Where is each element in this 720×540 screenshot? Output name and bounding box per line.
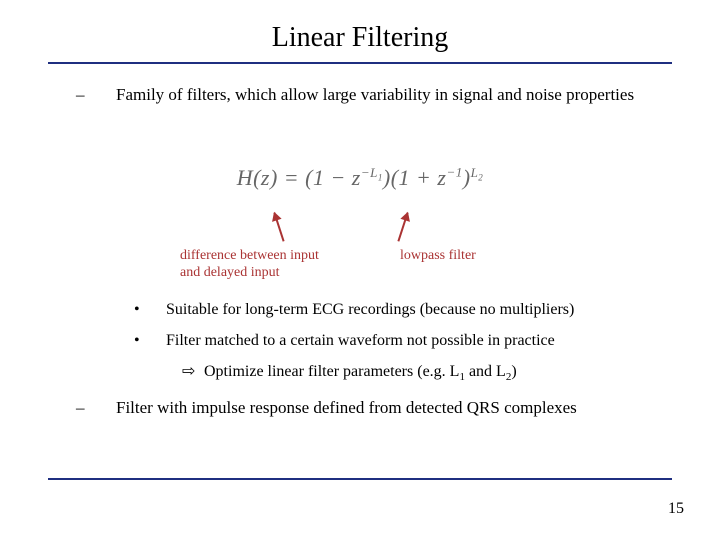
dot-marker: • — [150, 298, 166, 323]
bullet-suitable: •Suitable for long-term ECG recordings (… — [150, 298, 670, 323]
bullet-text: Suitable for long-term ECG recordings (b… — [166, 301, 574, 318]
formula-exp3: L2 — [471, 165, 484, 180]
sub-bullets: •Suitable for long-term ECG recordings (… — [150, 298, 670, 386]
dash-marker: – — [96, 84, 116, 107]
annotations: difference between input and delayed inp… — [0, 200, 720, 290]
annotation-left-line2: and delayed input — [180, 265, 280, 280]
formula-lhs: H(z) = (1 − z — [237, 165, 361, 190]
bullet-text: Filter matched to a certain waveform not… — [166, 332, 555, 349]
formula-exp3-sub: 2 — [478, 173, 483, 183]
formula: H(z) = (1 − z−L1)(1 + z−1)L2 — [237, 165, 484, 190]
formula-exp1-pre: −L — [361, 165, 378, 180]
optimize-end: ) — [511, 363, 516, 380]
arrow-left-icon — [273, 212, 284, 241]
dot-marker: • — [150, 329, 166, 354]
arrow-right-icon — [397, 212, 408, 241]
annotation-difference: difference between input and delayed inp… — [180, 248, 360, 282]
bullet-text: Family of filters, which allow large var… — [116, 85, 634, 104]
formula-block: H(z) = (1 − z−L1)(1 + z−1)L2 — [0, 165, 720, 191]
bullet-filter-matched: •Filter matched to a certain waveform no… — [150, 329, 670, 354]
bullet-optimize: ⇨Optimize linear filter parameters (e.g.… — [150, 360, 670, 386]
page-title: Linear Filtering — [0, 22, 720, 54]
divider-top — [48, 62, 672, 64]
bullet-impulse-item: –Filter with impulse response defined fr… — [96, 398, 676, 418]
annotation-left-line1: difference between input — [180, 248, 319, 263]
bullet-family-of-filters: –Family of filters, which allow large va… — [96, 84, 656, 107]
formula-rhs: ) — [463, 165, 471, 190]
page-number: 15 — [668, 500, 684, 518]
formula-exp1: −L1 — [361, 165, 383, 180]
formula-mid: )(1 + z — [383, 165, 447, 190]
bullet-impulse-response: –Filter with impulse response defined fr… — [96, 398, 676, 424]
optimize-mid: and L — [465, 363, 506, 380]
formula-exp2: −1 — [446, 165, 462, 180]
bullet-text: Filter with impulse response defined fro… — [116, 398, 577, 417]
optimize-pre: Optimize linear filter parameters (e.g. … — [204, 363, 459, 380]
annotation-lowpass: lowpass filter — [400, 248, 540, 265]
arrow-glyph-icon: ⇨ — [182, 360, 204, 385]
content-block: –Family of filters, which allow large va… — [96, 84, 656, 113]
slide: Linear Filtering –Family of filters, whi… — [0, 0, 720, 540]
divider-bottom — [48, 478, 672, 480]
dash-marker: – — [96, 398, 116, 418]
